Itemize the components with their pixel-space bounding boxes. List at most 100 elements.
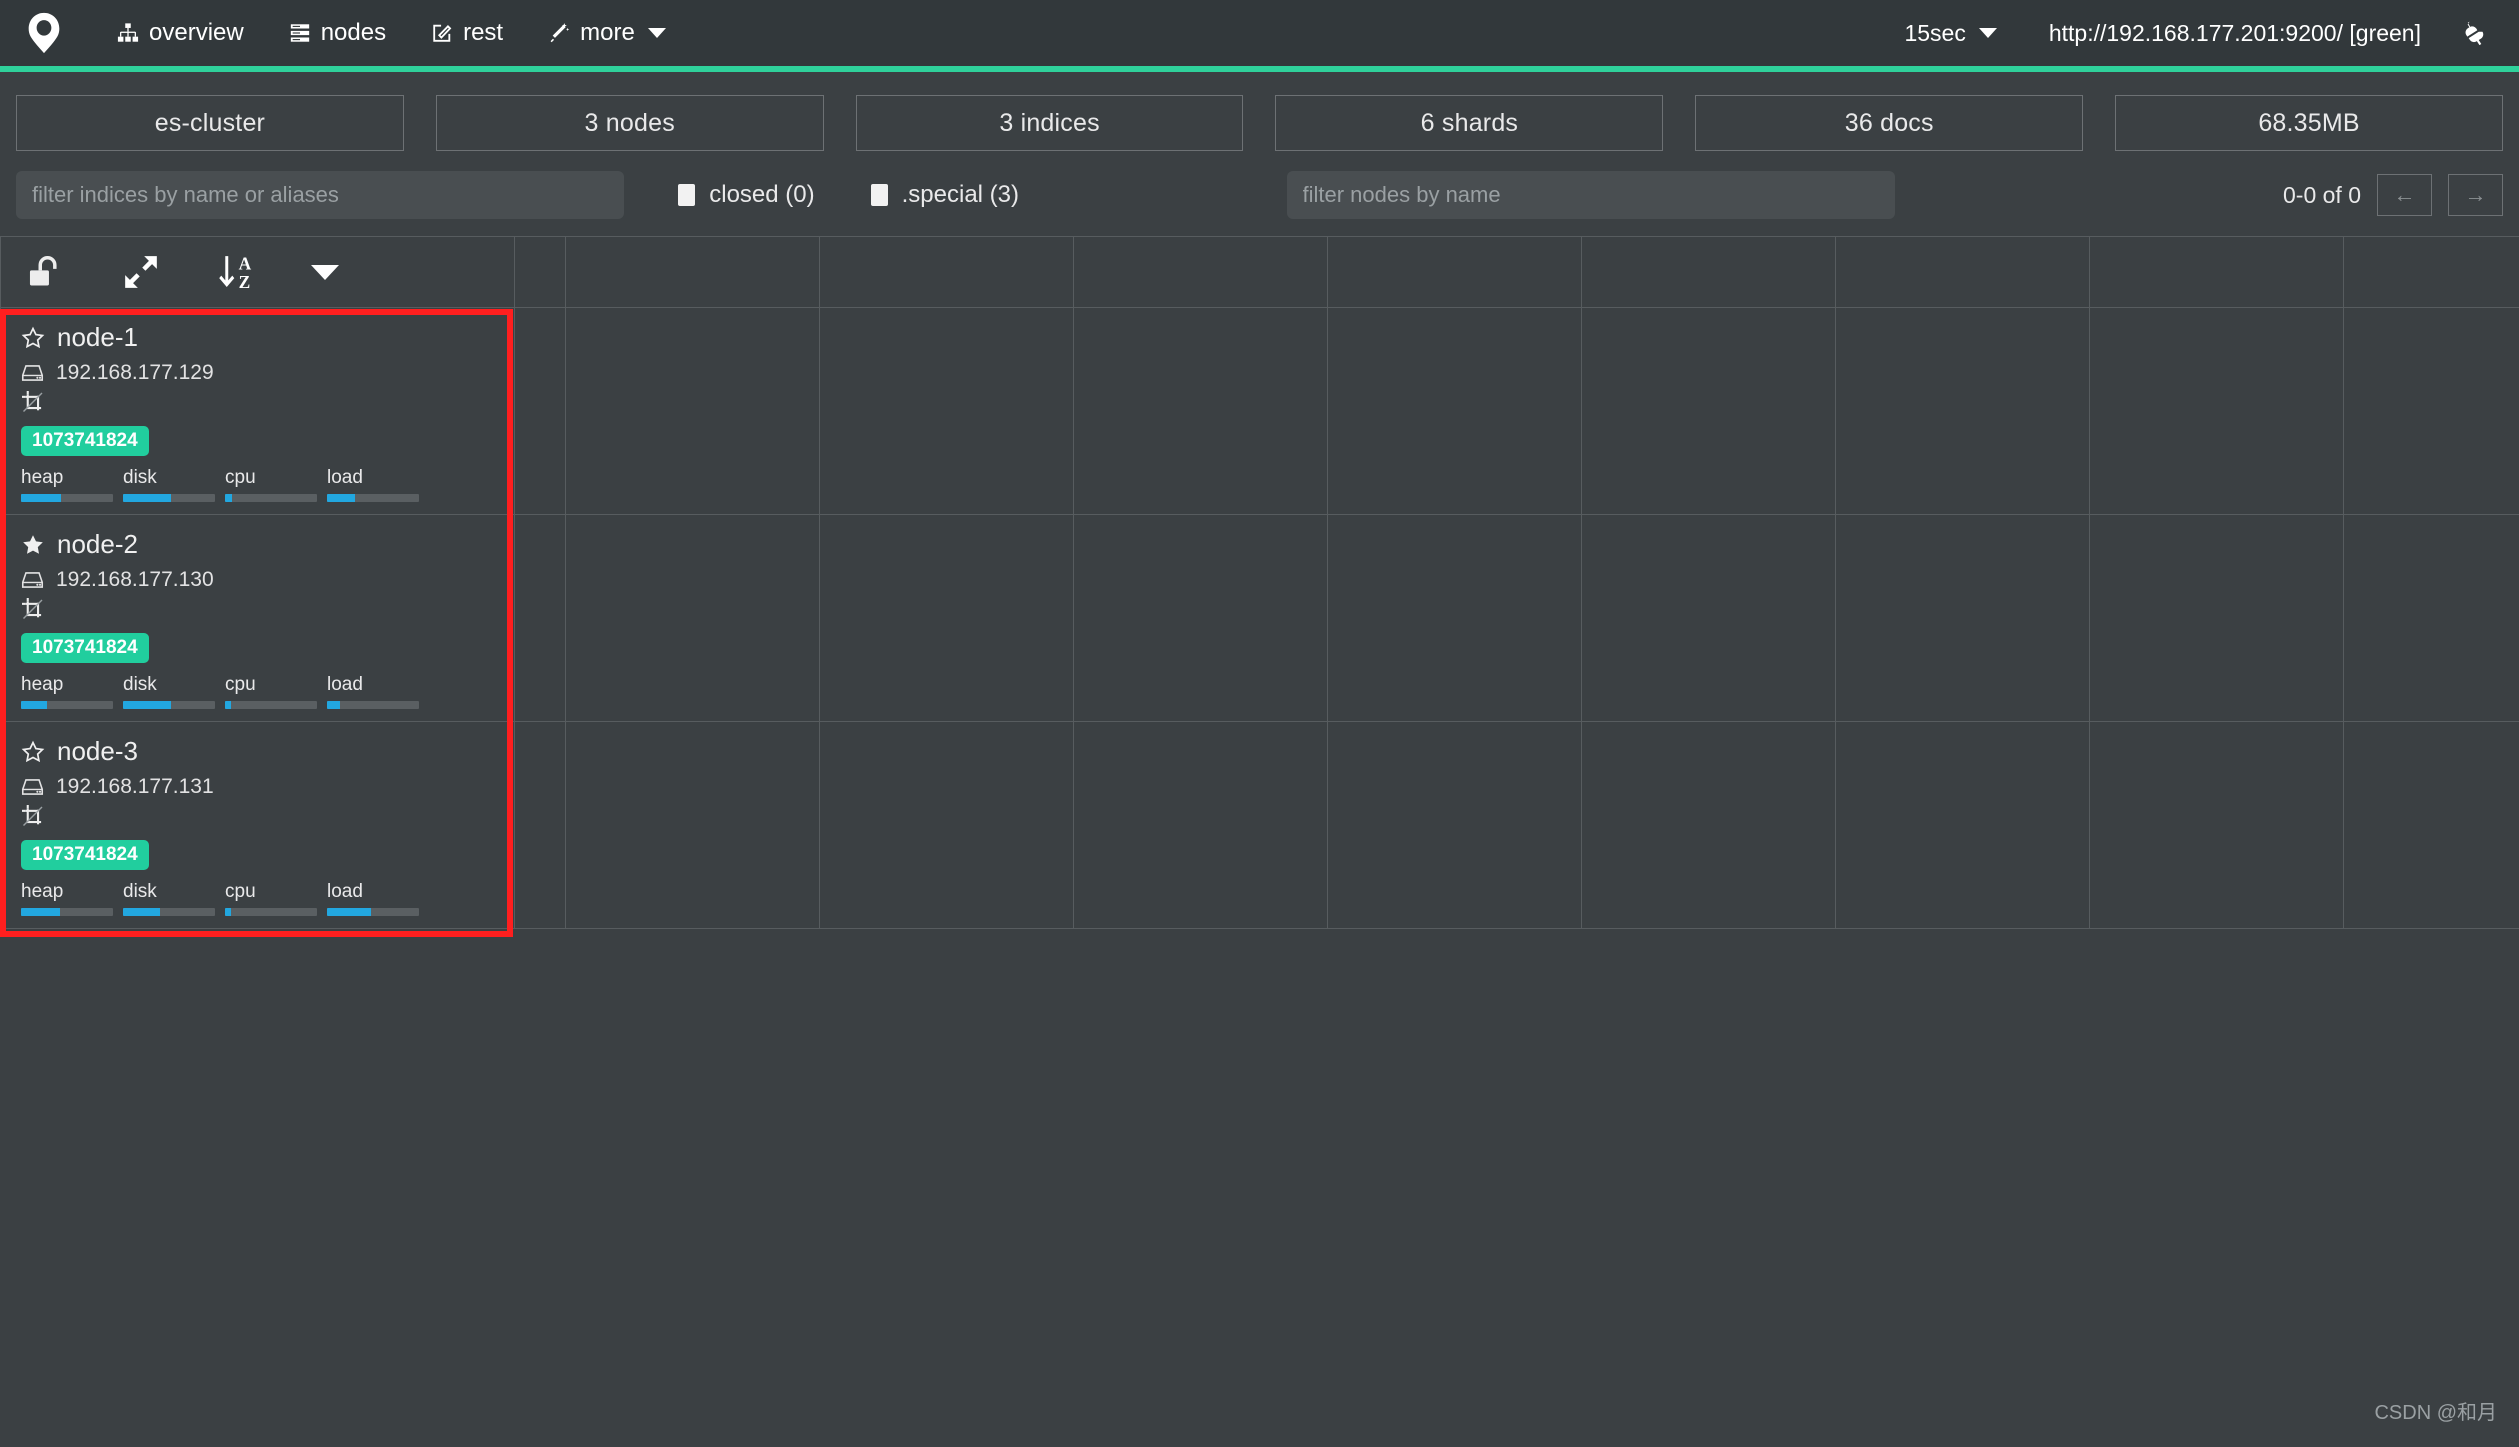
nav-item-overview-label: overview	[149, 19, 244, 46]
heap-max-badge: 1073741824	[21, 633, 149, 663]
sitemap-icon	[116, 21, 140, 45]
grid-cell	[1327, 514, 1582, 722]
metric-load-label: load	[327, 881, 363, 902]
metric-disk: disk	[123, 674, 225, 709]
grid-cell	[1073, 307, 1328, 515]
nav-item-nodes[interactable]: nodes	[266, 11, 408, 55]
grid-cell	[1835, 721, 2090, 929]
metric-load-fill	[327, 701, 340, 709]
node-cell-node-2[interactable]: node-2 192.168.177.130 1073741824 heap d…	[0, 514, 515, 722]
nav-item-rest[interactable]: rest	[408, 11, 525, 55]
node-filter-input[interactable]	[1286, 171, 1895, 219]
node-ip: 192.168.177.130	[56, 568, 214, 591]
pagination-range-label: 0-0 of 0	[2283, 181, 2361, 208]
metric-disk: disk	[123, 881, 225, 916]
metric-heap-track	[21, 494, 113, 502]
checkbox-special[interactable]: .special (3)	[870, 181, 1019, 209]
grid-cell	[2343, 721, 2519, 929]
cluster-url-label[interactable]: http://192.168.177.201:9200/ [green]	[2049, 20, 2421, 47]
metric-disk: disk	[123, 467, 225, 502]
metric-heap-label: heap	[21, 881, 64, 902]
checkbox-closed-box[interactable]	[678, 184, 696, 206]
metric-disk-label: disk	[123, 881, 157, 902]
nav-item-more[interactable]: more	[525, 11, 688, 55]
chevron-down-icon	[1978, 28, 1997, 38]
node-roles-icon-row	[21, 804, 494, 831]
grid-toolbar-cell: A Z	[0, 236, 515, 308]
heap-max-badge: 1073741824	[21, 426, 149, 456]
crop-icon	[21, 597, 45, 626]
stat-indices-count: 3 indices	[855, 95, 1244, 151]
star-filled-icon	[21, 533, 45, 557]
metric-load-label: load	[327, 467, 363, 488]
metric-load-track	[327, 701, 419, 709]
metric-heap-track	[21, 908, 113, 916]
node-title: node-2	[21, 529, 494, 560]
nav-item-more-label: more	[580, 19, 635, 46]
node-roles-icon-row	[21, 597, 494, 626]
node-name: node-2	[57, 529, 138, 559]
hard-drive-icon	[21, 777, 44, 797]
metric-disk-label: disk	[123, 467, 157, 488]
metric-heap-label: heap	[21, 467, 64, 488]
metric-load-track	[327, 908, 419, 916]
grid-cell	[1581, 514, 1836, 722]
grid-cell	[1327, 307, 1582, 515]
unlock-icon[interactable]	[23, 250, 67, 294]
metric-disk-fill	[123, 908, 160, 916]
table-row: node-2 192.168.177.130 1073741824 heap d…	[0, 514, 2519, 722]
metric-heap-fill	[21, 494, 62, 502]
node-cell-node-3[interactable]: node-3 192.168.177.131 1073741824 heap d…	[0, 721, 515, 929]
metric-cpu-track	[225, 908, 317, 916]
grid-header-col	[819, 236, 1074, 308]
metric-heap-track	[21, 701, 113, 709]
metric-load-fill	[327, 908, 372, 916]
crop-icon	[21, 390, 45, 419]
node-metrics: heap disk cpu load	[21, 674, 494, 709]
checkbox-special-box[interactable]	[870, 184, 888, 206]
metric-load-label: load	[327, 674, 363, 695]
grid-cell	[2089, 307, 2344, 515]
cerebro-logo-icon[interactable]	[20, 9, 68, 57]
grid-cell	[819, 514, 1074, 722]
grid-cell	[1073, 514, 1328, 722]
pagination-next-button[interactable]: →	[2448, 174, 2503, 216]
metric-load-track	[327, 494, 419, 502]
sort-az-icon[interactable]: A Z	[215, 250, 259, 294]
checkbox-special-label: .special (3)	[901, 181, 1019, 208]
node-title: node-3	[21, 736, 494, 767]
watermark: CSDN @和月	[2374, 1402, 2497, 1424]
grid-cell	[2089, 721, 2344, 929]
star-outline-icon	[21, 740, 45, 764]
stat-nodes-count: 3 nodes	[435, 95, 824, 151]
pagination-prev-button[interactable]: ←	[2377, 174, 2432, 216]
node-cell-node-1[interactable]: node-1 192.168.177.129 1073741824 heap d…	[0, 307, 515, 515]
metric-cpu-track	[225, 494, 317, 502]
metric-cpu-label: cpu	[225, 674, 256, 695]
grid-header-row: A Z	[0, 236, 2519, 308]
nav-item-nodes-label: nodes	[320, 19, 387, 46]
grid-toolbar: A Z	[1, 237, 514, 307]
nav-item-overview[interactable]: overview	[94, 11, 266, 55]
grid-header-col	[2343, 236, 2519, 308]
metric-disk-track	[123, 494, 215, 502]
node-card: node-1 192.168.177.129 1073741824 heap d…	[1, 308, 514, 514]
chevron-down-icon[interactable]	[311, 264, 339, 280]
metric-cpu-fill	[225, 908, 232, 916]
hard-drive-icon	[21, 363, 44, 383]
stat-docs-count: 36 docs	[1695, 95, 2084, 151]
metric-disk-label: disk	[123, 674, 157, 695]
grid-cell	[565, 721, 820, 929]
grid-spacer-cell	[514, 307, 566, 515]
heap-max-badge: 1073741824	[21, 840, 149, 870]
metric-cpu-fill	[225, 701, 232, 709]
plug-icon[interactable]	[2461, 19, 2489, 47]
metric-cpu: cpu	[225, 674, 327, 709]
checkbox-closed[interactable]: closed (0)	[678, 181, 815, 209]
index-filter-input[interactable]	[16, 171, 625, 219]
grid-cell	[1581, 307, 1836, 515]
node-roles-icon-row	[21, 390, 494, 419]
expand-arrows-icon[interactable]	[119, 250, 163, 294]
refresh-interval-selector[interactable]: 15sec	[1877, 14, 2012, 64]
grid-cell	[1835, 307, 2090, 515]
